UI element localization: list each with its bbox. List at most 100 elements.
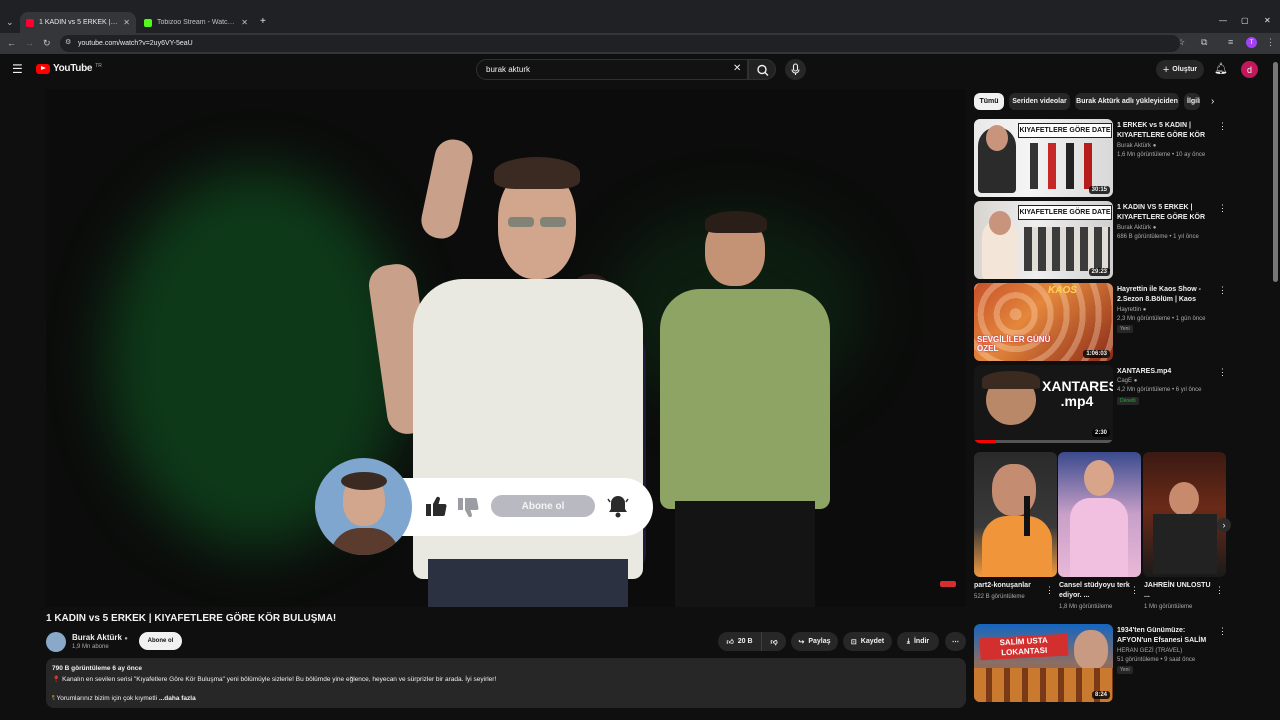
video-thumbnail[interactable]: KAOS SEVGİLİLER GÜNÜ ÖZEL 1:06:03 (974, 283, 1113, 361)
search-input[interactable]: burak akturk (476, 59, 748, 80)
like-icon[interactable] (423, 494, 449, 518)
minimize-icon[interactable]: — (1219, 16, 1227, 25)
channel-text: CagE (1117, 378, 1133, 384)
recommendation-title[interactable]: 1 KADIN VS 5 ERKEK | KIYAFETLERE GÖRE KÖ… (1117, 203, 1209, 223)
back-icon[interactable]: ← (7, 38, 16, 48)
video-title: 1 KADIN vs 5 ERKEK | KIYAFETLERE GÖRE KÖ… (46, 613, 337, 624)
chip-uploader[interactable]: Burak Aktürk adlı yükleyiciden (1075, 93, 1179, 110)
dislike-icon[interactable] (455, 496, 481, 520)
voice-search-button[interactable] (785, 59, 806, 80)
subscriber-count: 1,9 Mn abone (72, 644, 109, 650)
short-thumbnail[interactable] (1143, 452, 1226, 577)
site-info-icon[interactable]: ⚙ (65, 38, 71, 46)
recommendation-menu-icon[interactable]: ⋮ (1218, 367, 1227, 378)
description-box[interactable]: 790 B görüntüleme 6 ay önce 📍︎ Kanalın e… (46, 658, 966, 708)
save-label: Kaydet (860, 638, 885, 645)
search-icon (757, 64, 769, 76)
chip-series[interactable]: Seriden videolar (1009, 93, 1070, 110)
channel-text: Burak Aktürk (1117, 225, 1152, 231)
share-button[interactable]: ↪ Paylaş (791, 632, 838, 651)
recommendation-menu-icon[interactable]: ⋮ (1218, 203, 1227, 214)
new-badge: Yeni (1117, 325, 1133, 333)
create-button[interactable]: + Oluştur (1156, 60, 1204, 79)
close-window-icon[interactable]: ✕ (1264, 16, 1271, 25)
shorts-next-icon[interactable]: › (1217, 518, 1231, 532)
short-title[interactable]: Cansel stüdyoyu terk ediyor. ... (1059, 581, 1133, 601)
tab-youtube[interactable]: 1 KADIN vs 5 ERKEK | KIYAFETLERE GÖRE KÖ… (20, 12, 136, 33)
notifications-bell-icon[interactable]: 🔔︎ (1214, 62, 1228, 75)
download-button[interactable]: ⤓ İndir (897, 632, 939, 651)
browser-menu-icon[interactable]: ⋮ (1266, 37, 1275, 48)
account-avatar[interactable]: d (1241, 61, 1258, 78)
recommendation-channel[interactable]: Burak Aktürk ● (1117, 225, 1156, 231)
downloads-icon[interactable]: ≡ (1228, 37, 1233, 47)
save-button[interactable]: ⊡ Kaydet (843, 632, 892, 651)
subscribe-overlay: Abone ol (315, 458, 655, 555)
recommendation-item[interactable]: KIYAFETLERE GÖRE DATE 30:15 1 ERKEK vs 5… (974, 119, 1227, 197)
kick-favicon-icon (144, 18, 152, 27)
recommendation-item[interactable]: KAOS SEVGİLİLER GÜNÜ ÖZEL 1:06:03 Hayret… (974, 283, 1227, 361)
short-title[interactable]: part2-konuşanlar (974, 581, 1048, 591)
tab-search-icon[interactable]: ⌄ (6, 17, 14, 28)
verified-icon: ● (1152, 225, 1157, 231)
recommendation-item[interactable]: KIYAFETLERE GÖRE DATE 29:23 1 KADIN VS 5… (974, 201, 1227, 279)
recommendation-channel[interactable]: CagE ● (1117, 378, 1137, 384)
clear-search-icon[interactable]: ✕ (733, 63, 741, 74)
recommendation-menu-icon[interactable]: ⋮ (1218, 285, 1227, 296)
recommendation-title[interactable]: 1 ERKEK vs 5 KADIN | KIYAFETLERE GÖRE KÖ… (1117, 121, 1209, 141)
short-menu-icon[interactable]: ⋮ (1045, 585, 1054, 596)
chip-all[interactable]: Tümü (974, 93, 1004, 110)
tab-kick[interactable]: Tobizoo Stream - Watch Live on Kick ✕ (138, 12, 254, 33)
dislike-button[interactable]: 👎︎ (761, 632, 786, 651)
short-title[interactable]: JAHREİN UNLOSTU ... (1144, 581, 1218, 601)
video-thumbnail[interactable]: KIYAFETLERE GÖRE DATE 30:15 (974, 119, 1113, 197)
close-tab-icon[interactable]: ✕ (123, 18, 130, 27)
verified-icon: ● (1133, 378, 1138, 384)
subscribe-button[interactable]: Abone ol (139, 632, 182, 650)
recommendation-menu-icon[interactable]: ⋮ (1218, 121, 1227, 132)
profile-avatar[interactable]: T (1246, 37, 1257, 48)
search-query: burak akturk (486, 65, 531, 74)
recommendation-item[interactable]: XANTARES .mp4 2:30 XANTARES.mp4 CagE ● 4… (974, 365, 1227, 443)
channel-avatar[interactable] (46, 632, 66, 652)
video-thumbnail[interactable]: XANTARES .mp4 2:30 (974, 365, 1113, 443)
overlay-subscribe-button[interactable]: Abone ol (491, 495, 595, 517)
like-button[interactable]: 👍︎ 20 B (718, 632, 761, 651)
chip-related[interactable]: İlgili (1184, 93, 1200, 110)
duration-badge: 1:06:03 (1083, 350, 1110, 358)
new-tab-button[interactable]: + (260, 16, 266, 27)
recommendation-title[interactable]: Hayrettin ile Kaos Show - 2.Sezon 8.Bölü… (1117, 285, 1209, 305)
verified-icon: ● (1152, 143, 1157, 149)
close-tab-icon[interactable]: ✕ (241, 18, 248, 27)
short-thumbnail[interactable] (974, 452, 1057, 577)
video-thumbnail[interactable]: KIYAFETLERE GÖRE DATE 29:23 (974, 201, 1113, 279)
microphone-icon (791, 63, 800, 75)
recommendation-item[interactable]: SALİM USTA LOKANTASI 8:24 1934'ten Günüm… (974, 624, 1227, 702)
recommendation-menu-icon[interactable]: ⋮ (1218, 626, 1227, 637)
hamburger-menu-icon[interactable]: ☰ (12, 62, 23, 76)
page-scrollbar[interactable] (1273, 62, 1278, 282)
channel-name[interactable]: Burak Aktürk ● (72, 633, 128, 642)
short-thumbnail[interactable] (1058, 452, 1141, 577)
bell-icon[interactable] (605, 493, 631, 519)
recommendation-channel[interactable]: Hayrettin ● (1117, 307, 1146, 313)
short-menu-icon[interactable]: ⋮ (1215, 585, 1224, 596)
duration-badge: 29:23 (1088, 268, 1110, 276)
chips-next-icon[interactable]: › (1211, 96, 1214, 107)
recommendation-title[interactable]: XANTARES.mp4 (1117, 367, 1209, 377)
search-button[interactable] (748, 59, 776, 80)
forward-icon[interactable]: → (25, 38, 34, 48)
show-more-link[interactable]: ...daha fazla (159, 695, 196, 702)
video-thumbnail[interactable]: SALİM USTA LOKANTASI 8:24 (974, 624, 1113, 702)
recommendation-channel[interactable]: Burak Aktürk ● (1117, 143, 1156, 149)
maximize-icon[interactable]: ▢ (1241, 16, 1249, 25)
short-menu-icon[interactable]: ⋮ (1130, 585, 1139, 596)
extensions-icon[interactable]: ⧉ (1201, 37, 1207, 48)
recommendation-title[interactable]: 1934'ten Günümüze: AFYON'un Efsanesi SAL… (1117, 626, 1209, 646)
youtube-logo[interactable]: YouTube TR (36, 63, 102, 74)
reload-icon[interactable]: ↻ (43, 38, 51, 49)
address-bar[interactable]: youtube.com/watch?v=2uy6VY-5eaU (60, 35, 1180, 52)
logo-text: YouTube (53, 63, 93, 74)
recommendation-channel[interactable]: HERAN GEZİ (TRAVEL) (1117, 648, 1182, 654)
more-actions-button[interactable]: ⋯ (945, 632, 966, 651)
